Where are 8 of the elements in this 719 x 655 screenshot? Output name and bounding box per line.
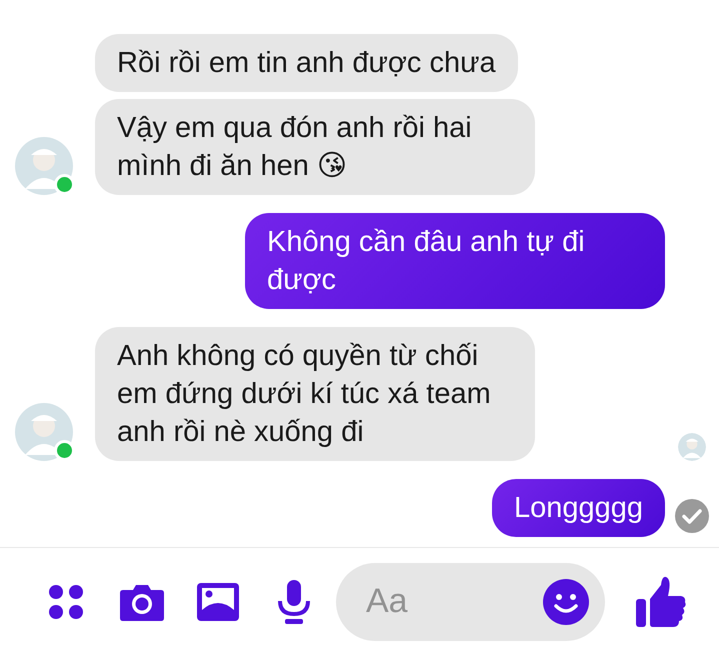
message-field[interactable]: Aa bbox=[336, 562, 605, 640]
received-message: Rồi rồi em tin anh được chưa bbox=[95, 34, 518, 92]
received-message: Anh không có quyền từ chối em đứng dưới kí túc xá team anh rồi nè xuống đi bbox=[95, 327, 535, 461]
sent-message: Longgggg bbox=[492, 479, 665, 537]
received-message: Vậy em qua đón anh rồi hai mình đi ăn hen 😘 bbox=[95, 99, 535, 195]
contact-avatar bbox=[14, 403, 72, 461]
sent-message: Không cần đâu anh tự đi được bbox=[245, 213, 665, 309]
emoji-icon[interactable] bbox=[543, 578, 589, 624]
